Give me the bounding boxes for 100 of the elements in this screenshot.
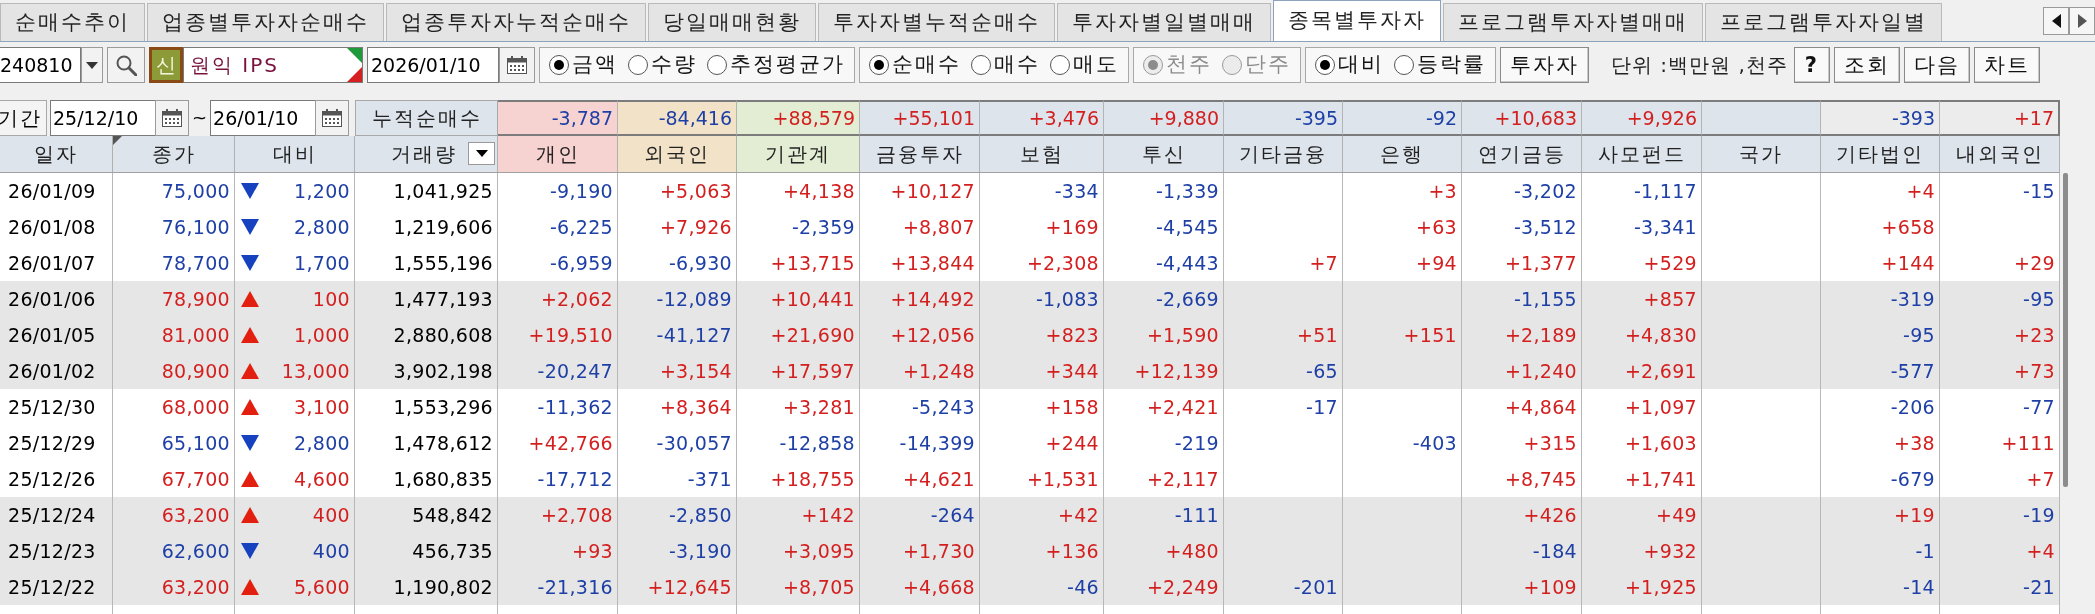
net-buy-value: +13,715 xyxy=(770,251,855,275)
scroll-right-button[interactable] xyxy=(2069,6,2095,35)
date-value: 26/01/08 xyxy=(8,215,96,239)
net-buy-value: +4 xyxy=(1906,179,1935,203)
radio-option[interactable]: 추정평균가 xyxy=(707,52,845,78)
column-header[interactable]: 기타금융 xyxy=(1224,136,1343,172)
column-header[interactable]: 금융투자 xyxy=(860,136,980,172)
radio-option[interactable]: 금액 xyxy=(549,52,618,78)
help-button[interactable]: ? xyxy=(1793,47,1830,83)
net-buy-value: -2,850 xyxy=(668,503,732,527)
tab[interactable]: 투자자별누적순매수 xyxy=(818,3,1055,41)
net-buy-value: +426 xyxy=(1523,503,1577,527)
date-value: 25/12/29 xyxy=(8,431,96,455)
calendar-button[interactable] xyxy=(499,47,535,83)
net-buy-value: +42,766 xyxy=(528,431,613,455)
action-button[interactable]: 조회 xyxy=(1833,47,1900,83)
dropdown-button[interactable] xyxy=(81,47,103,83)
left-arrow-icon xyxy=(2051,13,2061,28)
net-buy-value: +19 xyxy=(1894,503,1935,527)
radio-option[interactable]: 수량 xyxy=(628,52,697,78)
net-buy-value: +4,138 xyxy=(782,179,855,203)
tab[interactable]: 순매수추이 xyxy=(0,3,145,41)
investor-button[interactable]: 투자자 xyxy=(1500,47,1589,83)
net-buy-value: -371 xyxy=(687,467,732,491)
total-value: -84,416 xyxy=(618,100,737,136)
net-buy-value: +3,154 xyxy=(659,359,732,383)
column-header[interactable]: 대비 xyxy=(235,136,355,172)
dropdown-button[interactable] xyxy=(468,142,495,165)
volume-value: 2,880,608 xyxy=(393,323,493,347)
column-header[interactable]: 기관계 xyxy=(737,136,860,172)
net-buy-value: +1,240 xyxy=(1504,359,1577,383)
net-buy-value: +2,691 xyxy=(1624,359,1697,383)
scrollbar-thumb[interactable] xyxy=(2063,173,2068,487)
radio-option[interactable]: 매도 xyxy=(1050,52,1119,78)
tab[interactable]: 업종투자자누적순매수 xyxy=(386,3,646,41)
column-header[interactable]: 기타법인 xyxy=(1821,136,1940,172)
tab[interactable]: 당일매매현황 xyxy=(648,3,816,41)
close-price: 78,700 xyxy=(161,251,230,275)
column-header[interactable]: 일자 xyxy=(0,136,113,172)
radio-icon[interactable] xyxy=(869,55,889,75)
action-button[interactable]: 차트 xyxy=(1973,47,2040,83)
volume-value: 1,041,925 xyxy=(393,179,493,203)
net-buy-value: -19 xyxy=(2023,503,2055,527)
column-header[interactable]: 외국인 xyxy=(618,136,737,172)
net-buy-value: -1,339 xyxy=(1155,179,1219,203)
action-button[interactable]: 다음 xyxy=(1903,47,1970,83)
radio-icon[interactable] xyxy=(1315,55,1335,75)
net-buy-value: +2,308 xyxy=(1026,251,1099,275)
net-buy-value: +1,531 xyxy=(1026,467,1099,491)
net-buy-value: +7,926 xyxy=(659,215,732,239)
close-price: 75,000 xyxy=(161,179,230,203)
column-header[interactable]: 개인 xyxy=(498,136,618,172)
calendar-button[interactable] xyxy=(155,100,189,136)
radio-option[interactable]: 순매수 xyxy=(869,52,961,78)
net-buy-value: +315 xyxy=(1523,431,1577,455)
net-buy-value: +12,645 xyxy=(647,575,732,599)
tab[interactable]: 프로그램투자자별매매 xyxy=(1443,3,1703,41)
tab[interactable]: 업종별투자자순매수 xyxy=(147,3,384,41)
calendar-button[interactable] xyxy=(315,100,350,136)
net-buy-value: -6,959 xyxy=(549,251,613,275)
net-buy-value: +19,510 xyxy=(528,323,613,347)
net-buy-value: -206 xyxy=(1890,395,1935,419)
stock-code-field[interactable]: 240810 xyxy=(0,47,81,83)
tab[interactable]: 프로그램투자자일별 xyxy=(1705,3,1942,41)
radio-icon[interactable] xyxy=(971,55,991,75)
column-header[interactable]: 내외국인 xyxy=(1940,136,2060,172)
radio-icon[interactable] xyxy=(549,55,569,75)
scroll-left-button[interactable] xyxy=(2043,6,2069,35)
net-buy-value: +51 xyxy=(1297,323,1338,347)
net-buy-value: +1,730 xyxy=(902,539,975,563)
column-header[interactable]: 사모펀드 xyxy=(1582,136,1702,172)
column-header[interactable]: 투신 xyxy=(1104,136,1224,172)
tab[interactable]: 투자자별일별매매 xyxy=(1057,3,1271,41)
total-value: -393 xyxy=(1821,100,1940,136)
radio-option[interactable]: 등락률 xyxy=(1394,52,1486,78)
column-header[interactable]: 거래량 xyxy=(355,136,498,172)
radio-icon[interactable] xyxy=(1394,55,1414,75)
column-header[interactable]: 보험 xyxy=(980,136,1104,172)
net-buy-value: +4,864 xyxy=(1504,395,1577,419)
radio-icon[interactable] xyxy=(628,55,648,75)
search-button[interactable] xyxy=(107,47,145,83)
column-header[interactable]: 국가 xyxy=(1702,136,1821,172)
corner-triangle-icon xyxy=(347,48,362,63)
column-header[interactable]: 종가 xyxy=(113,136,235,172)
unit-label: 단위 :백만원 ,천주 xyxy=(1611,53,1788,77)
column-header[interactable]: 연기금등 xyxy=(1462,136,1582,172)
radio-option[interactable]: 매수 xyxy=(971,52,1040,78)
date-field[interactable]: 26/01/10 xyxy=(210,100,317,136)
radio-icon[interactable] xyxy=(1050,55,1070,75)
total-value: +17 xyxy=(1940,100,2060,136)
volume-value: 1,555,196 xyxy=(393,251,493,275)
tab[interactable]: 종목별투자자 xyxy=(1273,0,1441,41)
date-field[interactable]: 2026/01/10 xyxy=(367,47,499,83)
right-arrow-icon xyxy=(2077,13,2087,28)
radio-icon[interactable] xyxy=(707,55,727,75)
radio-option[interactable]: 대비 xyxy=(1315,52,1384,78)
net-buy-value: -2,669 xyxy=(1155,287,1219,311)
column-header[interactable]: 은행 xyxy=(1343,136,1462,172)
date-field[interactable]: 25/12/10 xyxy=(50,100,156,136)
stock-name-field[interactable]: 원익 IPS xyxy=(183,47,363,83)
